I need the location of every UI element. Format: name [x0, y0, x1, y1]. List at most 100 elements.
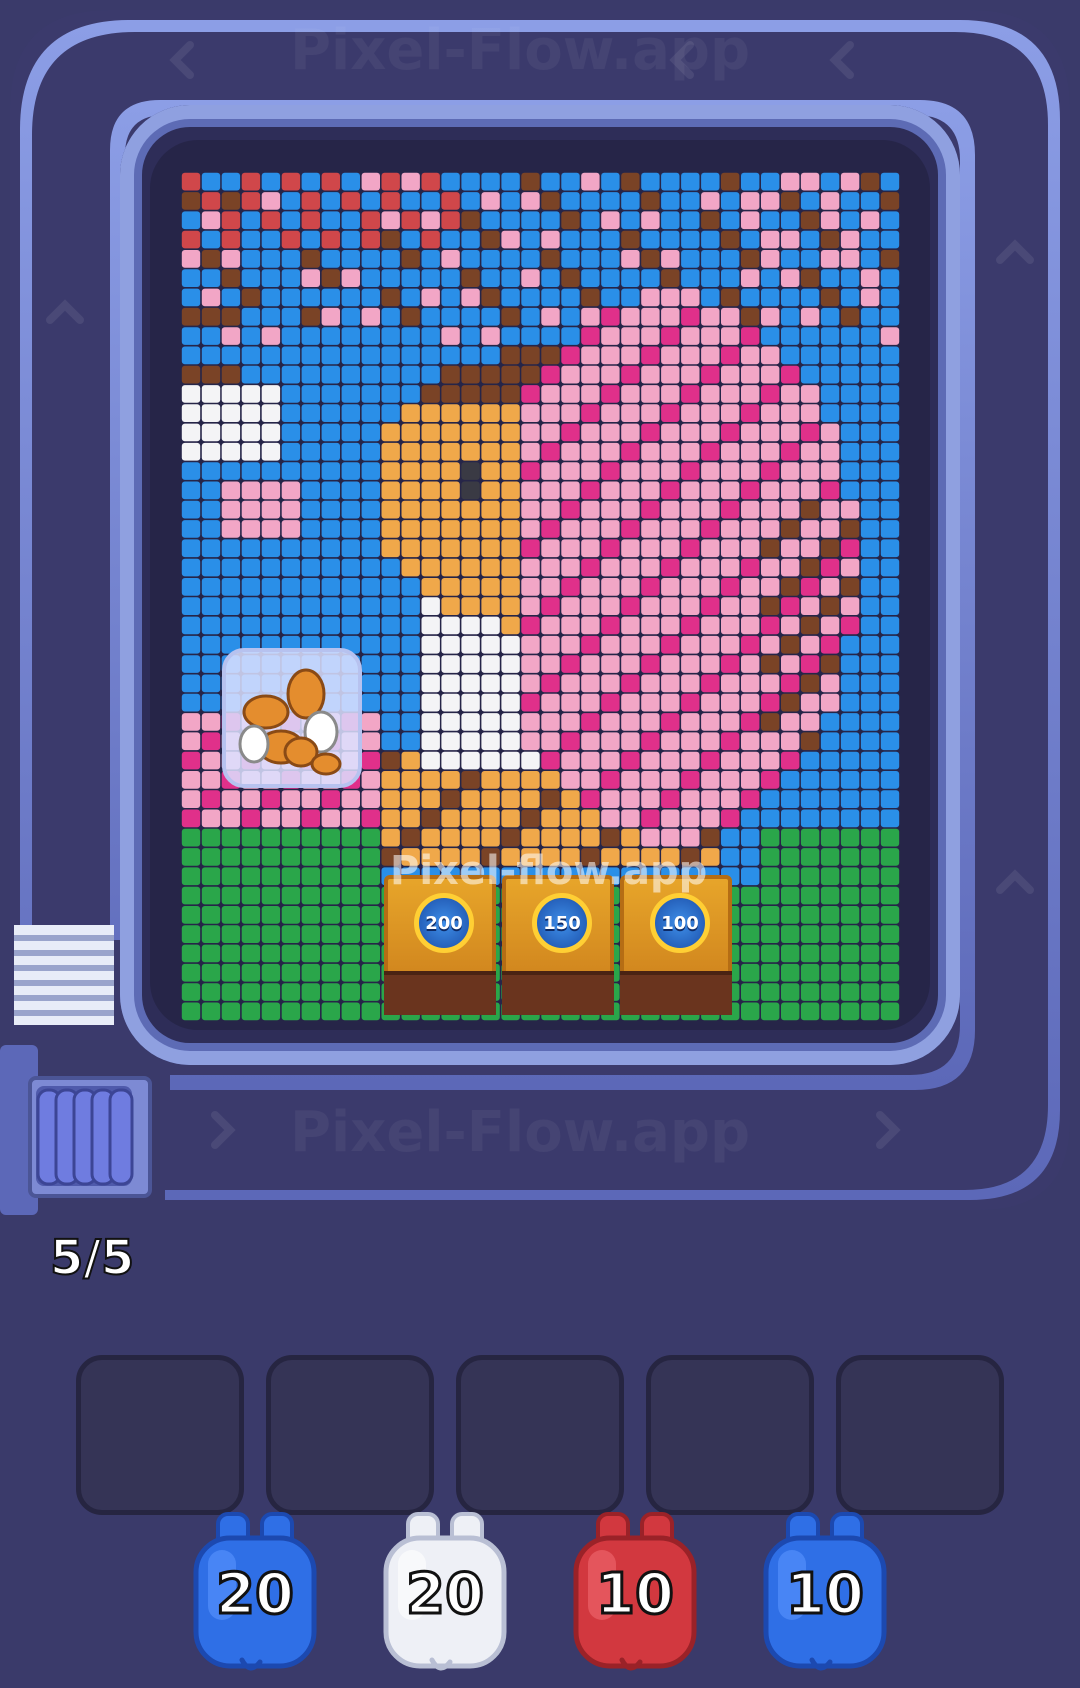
pixel-cell [721, 269, 740, 287]
pixel-cell [441, 500, 460, 519]
pixel-cell [840, 655, 860, 673]
pixel-cell [241, 481, 261, 500]
pixel-cell [781, 771, 800, 789]
pixel-cell [461, 578, 480, 596]
pixel-cell [681, 828, 700, 847]
pixel-cell [880, 346, 900, 365]
pixel-cell [701, 211, 720, 230]
shooter-4[interactable]: 10 [760, 1510, 890, 1680]
pixel-cell [781, 655, 800, 673]
pixel-cell [561, 809, 580, 828]
pixel-cell [181, 693, 201, 712]
pixel-cell [341, 423, 360, 442]
pixel-cell [741, 307, 760, 326]
shooter-slot-5[interactable] [836, 1355, 1004, 1515]
pixel-cell [741, 751, 760, 770]
pixel-cell [581, 404, 600, 422]
pixel-cell [381, 288, 400, 307]
pixel-cell [781, 250, 800, 268]
pixel-cell [761, 713, 780, 731]
pixel-cell [201, 346, 221, 365]
pixel-cell [741, 520, 760, 538]
pixel-cell [201, 751, 221, 770]
pixel-cell [321, 307, 340, 326]
pixel-cell [361, 713, 380, 731]
pixel-cell [501, 211, 520, 230]
pixel-cell [301, 442, 320, 461]
shooter-slot-3[interactable] [456, 1355, 624, 1515]
pixel-cell [481, 192, 500, 210]
pixel-cell [860, 963, 880, 982]
pixel-cell [701, 192, 720, 210]
pixel-cell [601, 462, 620, 480]
shooter-slot-2[interactable] [266, 1355, 434, 1515]
pixel-cell [501, 635, 520, 654]
frozen-egg-crate[interactable] [222, 648, 362, 788]
pixel-cell [800, 192, 820, 210]
pixel-cell [361, 635, 380, 654]
pixel-cell [181, 172, 201, 191]
pixel-cell [261, 558, 281, 577]
pixel-cell [840, 172, 860, 191]
pixel-cell [761, 597, 780, 615]
pixel-cell [281, 288, 301, 307]
pixel-cell [181, 828, 201, 847]
pixel-cell [301, 365, 320, 384]
shooter-slot-1[interactable] [76, 1355, 244, 1515]
pixel-cell [461, 500, 480, 519]
pixel-cell [681, 520, 700, 538]
pixel-cell [281, 906, 301, 924]
pixel-cell [341, 1002, 360, 1021]
pixel-cell [461, 172, 480, 191]
pixel-cell [701, 269, 720, 287]
collector-bin-2[interactable]: 150 [502, 875, 614, 1015]
pixel-cell [521, 500, 540, 519]
pixel-cell [481, 269, 500, 287]
pixel-cell [281, 520, 301, 538]
pixel-cell [541, 635, 560, 654]
pixel-cell [321, 809, 340, 828]
collector-bin-1[interactable]: 200 [384, 875, 496, 1015]
pixel-cell [661, 828, 680, 847]
shooter-2[interactable]: 20 [380, 1510, 510, 1680]
pixel-cell [880, 442, 900, 461]
pixel-cell [361, 674, 380, 693]
pixel-cell [581, 192, 600, 210]
pixel-cell [781, 963, 800, 982]
pixel-cell [181, 713, 201, 731]
pixel-cell [820, 944, 840, 963]
shooter-1[interactable]: 20 [190, 1510, 320, 1680]
pixel-cell [501, 771, 520, 789]
pixel-cell [341, 481, 360, 500]
pixel-cell [820, 655, 840, 673]
pixel-cell [581, 250, 600, 268]
pixel-cell [441, 481, 460, 500]
pixel-cell [561, 674, 580, 693]
pixel-cell [181, 539, 201, 558]
pixel-cell [241, 790, 261, 808]
pixel-cell [800, 250, 820, 268]
pixel-cell [800, 635, 820, 654]
pixel-cell [521, 404, 540, 422]
pixel-cell [181, 365, 201, 384]
shooter-dispenser[interactable] [0, 1040, 162, 1240]
pixel-cell [761, 481, 780, 500]
shooter-slot-4[interactable] [646, 1355, 814, 1515]
pixel-cell [741, 365, 760, 384]
pixel-cell [621, 327, 640, 345]
shooter-3[interactable]: 10 [570, 1510, 700, 1680]
pixel-cell [601, 558, 620, 577]
pixel-cell [201, 404, 221, 422]
pixel-cell [860, 578, 880, 596]
pixel-cell [361, 288, 380, 307]
pixel-cell [880, 327, 900, 345]
pixel-cell [661, 288, 680, 307]
pixel-cell [701, 385, 720, 403]
pixel-cell [181, 635, 201, 654]
collector-bin-3[interactable]: 100 [620, 875, 732, 1015]
pixel-cell [880, 172, 900, 191]
pixel-cell [621, 269, 640, 287]
pixel-cell [820, 423, 840, 442]
pixel-cell [321, 867, 340, 886]
pixel-cell [661, 616, 680, 635]
